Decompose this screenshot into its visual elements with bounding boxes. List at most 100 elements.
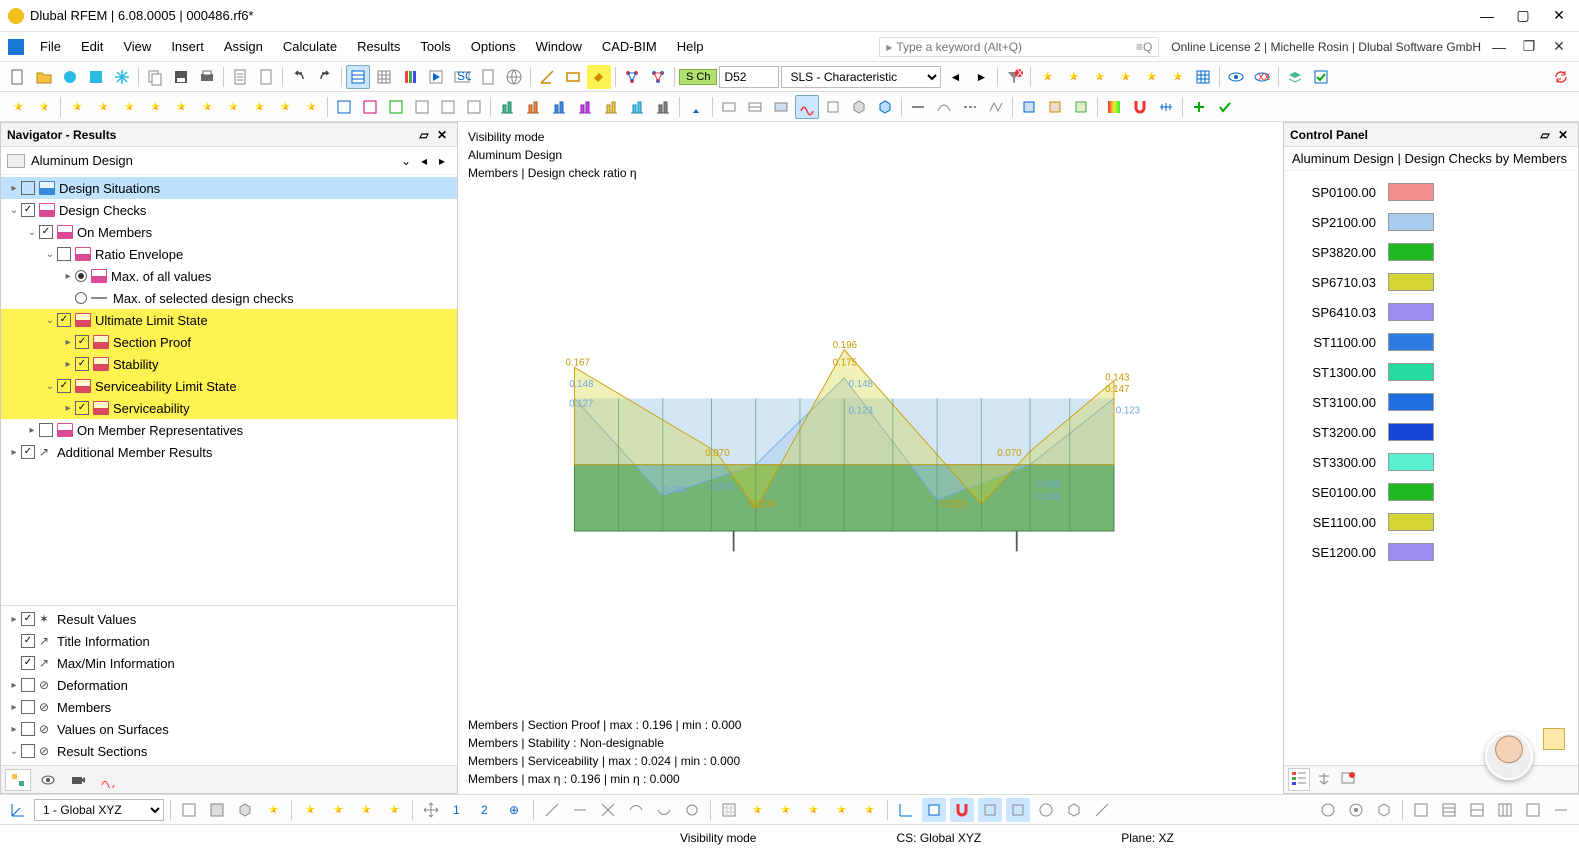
struct-tool-4[interactable]	[573, 95, 597, 119]
table1-icon[interactable]	[346, 65, 370, 89]
navigator-close-icon[interactable]: ✕	[433, 126, 451, 144]
menu-window[interactable]: Window	[528, 35, 590, 58]
model-viewport[interactable]: Visibility mode Aluminum Design Members …	[458, 122, 1283, 794]
bb-magnet-icon[interactable]	[950, 798, 974, 822]
tree-section-proof[interactable]: ▸Section Proof	[1, 331, 457, 353]
dim-xy-icon[interactable]	[1061, 65, 1085, 89]
star-tool-12[interactable]	[299, 95, 323, 119]
view-tool-2[interactable]	[743, 95, 767, 119]
star-tool-2[interactable]	[32, 95, 56, 119]
save-icon[interactable]	[169, 65, 193, 89]
bb-right-7[interactable]	[1493, 798, 1517, 822]
view-tool-3[interactable]	[769, 95, 793, 119]
nav-tab-tree-icon[interactable]	[5, 769, 31, 791]
tree-design-checks[interactable]: ⌄Design Checks	[1, 199, 457, 221]
cloud-icon[interactable]	[58, 65, 82, 89]
star-tool-6[interactable]	[143, 95, 167, 119]
angle-draw-icon[interactable]	[535, 65, 559, 89]
bb-snap-4[interactable]	[829, 798, 853, 822]
combination-combo[interactable]: SLS - Characteristic	[781, 66, 941, 88]
tree-uls[interactable]: ⌄Ultimate Limit State	[1, 309, 457, 331]
bb-snap-2[interactable]	[773, 798, 797, 822]
star-tool-8[interactable]	[195, 95, 219, 119]
tree-stability[interactable]: ▸Stability	[1, 353, 457, 375]
nav-tab-camera-icon[interactable]	[65, 769, 91, 791]
node-blue-icon[interactable]	[646, 65, 670, 89]
struct-tool-1[interactable]	[495, 95, 519, 119]
menu-tools[interactable]: Tools	[412, 35, 458, 58]
bb-view-6[interactable]	[1090, 798, 1114, 822]
highlight-icon[interactable]	[587, 65, 611, 89]
menu-view[interactable]: View	[115, 35, 159, 58]
tree-values-surfaces[interactable]: ▸⊘Values on Surfaces	[1, 718, 457, 740]
bb-right-6[interactable]	[1465, 798, 1489, 822]
report-icon[interactable]	[228, 65, 252, 89]
line-style-3[interactable]	[958, 95, 982, 119]
frame-tool-1[interactable]	[332, 95, 356, 119]
bb-right-4[interactable]	[1409, 798, 1433, 822]
view-tool-4[interactable]	[795, 95, 819, 119]
bb-right-2[interactable]	[1344, 798, 1368, 822]
bb-tool-4[interactable]	[261, 798, 285, 822]
nav-sub-dropdown-icon[interactable]: ⌄	[397, 152, 415, 170]
dim-yy-icon[interactable]	[1113, 65, 1137, 89]
bb-right-1[interactable]	[1316, 798, 1340, 822]
bb-tool-5[interactable]	[298, 798, 322, 822]
shape-tool-1[interactable]	[1017, 95, 1041, 119]
cube-tool-1[interactable]	[847, 95, 871, 119]
bb-axis-icon[interactable]	[894, 798, 918, 822]
frame-tool-2[interactable]	[358, 95, 382, 119]
color-column-icon[interactable]	[398, 65, 422, 89]
sc-icon[interactable]: SC	[450, 65, 474, 89]
bb-tool-1[interactable]	[177, 798, 201, 822]
run-icon[interactable]	[424, 65, 448, 89]
view-tool-1[interactable]	[717, 95, 741, 119]
layers-icon[interactable]	[1283, 65, 1307, 89]
tree-design-situations[interactable]: ▸Design Situations	[1, 177, 457, 199]
coordinate-system-combo[interactable]: 1 - Global XYZ	[34, 799, 164, 821]
node-red-icon[interactable]	[620, 65, 644, 89]
bb-snap-3[interactable]	[801, 798, 825, 822]
struct-tool-6[interactable]	[625, 95, 649, 119]
new-file-icon[interactable]	[6, 65, 30, 89]
magnet-icon[interactable]	[1128, 95, 1152, 119]
navigator-undock-icon[interactable]: ▱	[415, 126, 433, 144]
star-tool-9[interactable]	[221, 95, 245, 119]
star-tool-1[interactable]	[6, 95, 30, 119]
star-tool-5[interactable]	[117, 95, 141, 119]
struct-tool-2[interactable]	[521, 95, 545, 119]
check-tool-icon[interactable]	[1213, 95, 1237, 119]
bb-line-2[interactable]	[568, 798, 592, 822]
frame-tool-3[interactable]	[384, 95, 408, 119]
tree-maxmin[interactable]: ↗Max/Min Information	[1, 652, 457, 674]
tree-additional-member[interactable]: ▸↗Additional Member Results	[1, 441, 457, 463]
bb-right-8[interactable]	[1521, 798, 1545, 822]
shape-tool-2[interactable]	[1043, 95, 1067, 119]
grid-tool-icon[interactable]	[1191, 65, 1215, 89]
keyword-search-input[interactable]	[896, 40, 1132, 54]
menu-insert[interactable]: Insert	[163, 35, 212, 58]
pin-icon[interactable]	[684, 95, 708, 119]
bb-snap-5[interactable]	[857, 798, 881, 822]
tree-deformation[interactable]: ▸⊘Deformation	[1, 674, 457, 696]
globe-icon[interactable]	[502, 65, 526, 89]
scale-icon[interactable]	[1154, 95, 1178, 119]
line-style-4[interactable]	[984, 95, 1008, 119]
bb-tool-7[interactable]	[354, 798, 378, 822]
rect-draw-icon[interactable]	[561, 65, 585, 89]
star-tool-10[interactable]	[247, 95, 271, 119]
struct-tool-7[interactable]	[651, 95, 675, 119]
struct-tool-3[interactable]	[547, 95, 571, 119]
next-case-icon[interactable]: ►	[969, 65, 993, 89]
bb-tool-8[interactable]	[382, 798, 406, 822]
shape-tool-3[interactable]	[1069, 95, 1093, 119]
navigator-bottom-tree[interactable]: ▸✶Result Values ↗Title Information ↗Max/…	[1, 605, 457, 765]
bb-line-1[interactable]	[540, 798, 564, 822]
star-tool-4[interactable]	[91, 95, 115, 119]
bb-line-5[interactable]	[652, 798, 676, 822]
bb-right-9[interactable]	[1549, 798, 1573, 822]
tree-serviceability[interactable]: ▸Serviceability	[1, 397, 457, 419]
menu-help[interactable]: Help	[669, 35, 712, 58]
cs-icon[interactable]	[6, 798, 30, 822]
tree-result-values[interactable]: ▸✶Result Values	[1, 608, 457, 630]
